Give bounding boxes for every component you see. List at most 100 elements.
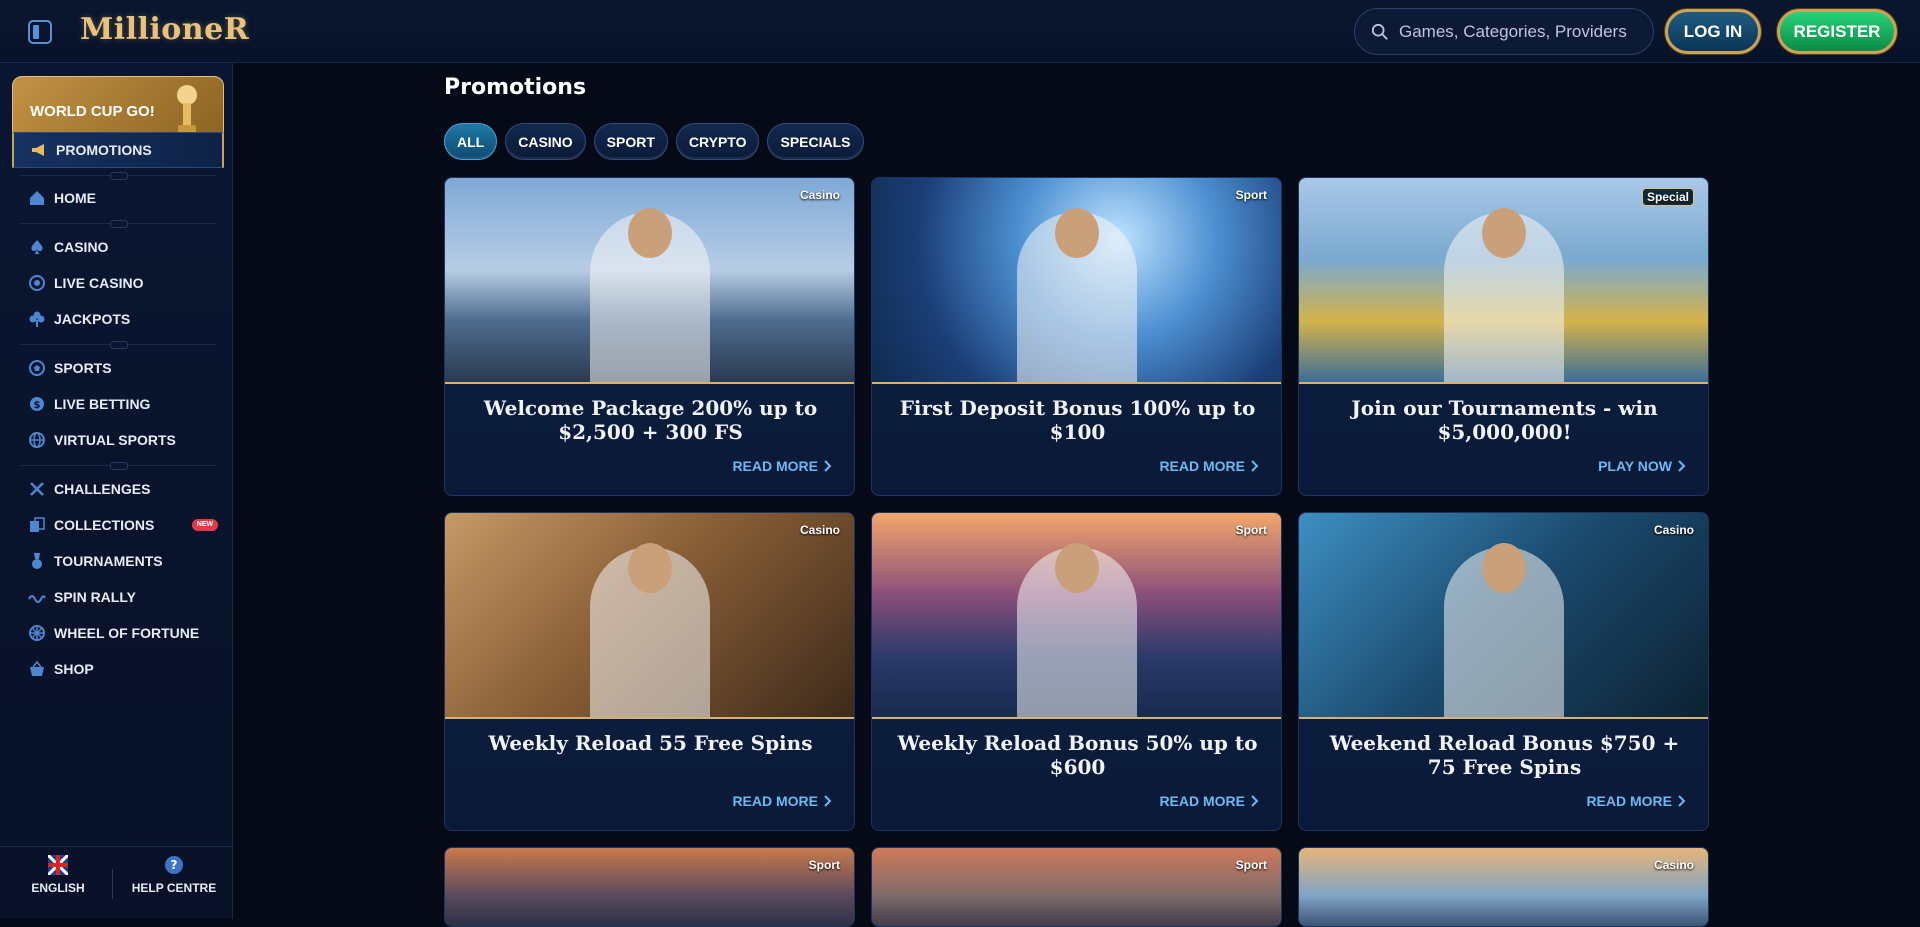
sidebar-item-label: LIVE CASINO [54, 275, 144, 291]
cta-label: READ MORE [732, 458, 818, 474]
promo-image: Casino [1299, 848, 1708, 926]
search-input[interactable] [1399, 21, 1649, 42]
sidebar: WORLD CUP GO! PROMOTIONS HOME CASINO LIV… [0, 63, 233, 919]
promo-card[interactable]: Casino Welcome Package 200% up to $2,500… [444, 177, 855, 496]
sidebar-item-label: CHALLENGES [54, 481, 151, 497]
promo-title: Weekly Reload 55 Free Spins [488, 731, 813, 755]
category-tag: Special [1641, 188, 1694, 206]
logo[interactable]: MillioneR [80, 12, 249, 47]
filter-tabs: ALL CASINO SPORT CRYPTO SPECIALS [444, 123, 864, 160]
rally-icon [28, 595, 46, 603]
sidebar-item-shop[interactable]: SHOP [12, 651, 224, 687]
read-more-link[interactable]: READ MORE [732, 458, 832, 474]
promo-card[interactable]: Casino Weekend Reload Bonus $750 + 75 Fr… [1298, 512, 1709, 831]
divider [20, 341, 216, 349]
cta-label: READ MORE [732, 793, 818, 809]
swords-icon [30, 482, 44, 496]
help-centre-link[interactable]: ? HELP CENTRE [124, 855, 224, 895]
category-tag: Sport [808, 858, 840, 872]
language-label: ENGLISH [31, 881, 85, 895]
divider [20, 172, 216, 180]
promo-card[interactable]: Casino Weekly Reload 55 Free Spins READ … [444, 512, 855, 831]
promo-card[interactable]: Special Join our Tournaments - win $5,00… [1298, 177, 1709, 496]
sidebar-item-label: PROMOTIONS [56, 142, 152, 158]
cta-label: READ MORE [1159, 793, 1245, 809]
sidebar-item-label: SPIN RALLY [54, 589, 136, 605]
chevron-right-icon [824, 460, 832, 472]
spade-icon [31, 240, 43, 254]
sidebar-item-promotions[interactable]: PROMOTIONS [12, 132, 224, 168]
sidebar-item-label: SPORTS [54, 360, 112, 376]
promo-image: Sport [872, 513, 1281, 719]
promo-image: Special [1299, 178, 1708, 384]
sidebar-item-label: LIVE BETTING [54, 396, 151, 412]
promo-card[interactable]: Sport Weekly Reload Bonus 50% up to $600… [871, 512, 1282, 831]
sidebar-item-live-casino[interactable]: LIVE CASINO [12, 265, 224, 301]
promo-card[interactable]: Casino [1298, 847, 1709, 927]
read-more-link[interactable]: READ MORE [1159, 458, 1259, 474]
sidebar-item-spin-rally[interactable]: SPIN RALLY [12, 579, 224, 615]
clover-icon [29, 311, 45, 327]
category-tag: Sport [1235, 188, 1267, 202]
promo-image: Casino [445, 513, 854, 719]
soccer-ball-icon [29, 360, 45, 376]
uk-flag-icon [48, 855, 68, 875]
category-tag: Casino [799, 188, 840, 202]
filter-sport[interactable]: SPORT [593, 123, 668, 160]
sidebar-item-live-betting[interactable]: $ LIVE BETTING [12, 386, 224, 422]
language-selector[interactable]: ENGLISH [8, 855, 108, 895]
sidebar-item-tournaments[interactable]: TOURNAMENTS [12, 543, 224, 579]
globe-icon [29, 432, 45, 448]
sidebar-item-collections[interactable]: COLLECTIONS NEW [12, 507, 224, 543]
sidebar-item-home[interactable]: HOME [12, 180, 224, 216]
chevron-right-icon [1251, 795, 1259, 807]
sidebar-item-virtual-sports[interactable]: VIRTUAL SPORTS [12, 422, 224, 458]
chevron-right-icon [1251, 460, 1259, 472]
promo-card[interactable]: Sport [444, 847, 855, 927]
sidebar-toggle-icon[interactable] [28, 20, 52, 44]
promo-title: First Deposit Bonus 100% up to $100 [899, 396, 1256, 444]
filter-specials[interactable]: SPECIALS [767, 123, 864, 160]
login-button[interactable]: LOG IN [1665, 9, 1761, 54]
world-cup-label: WORLD CUP GO! [30, 102, 155, 120]
megaphone-icon [32, 144, 44, 156]
promotions-grid: Casino Welcome Package 200% up to $2,500… [444, 177, 1714, 927]
promo-image: Casino [445, 178, 854, 384]
promo-image: Sport [872, 178, 1281, 384]
sidebar-item-challenges[interactable]: CHALLENGES [12, 471, 224, 507]
footer-separator [112, 869, 113, 899]
play-now-link[interactable]: PLAY NOW [1598, 458, 1686, 474]
category-tag: Sport [1235, 523, 1267, 537]
filter-crypto[interactable]: CRYPTO [675, 123, 760, 160]
sidebar-item-label: CASINO [54, 239, 109, 255]
sidebar-item-jackpots[interactable]: JACKPOTS [12, 301, 224, 337]
promo-card[interactable]: Sport First Deposit Bonus 100% up to $10… [871, 177, 1282, 496]
register-button[interactable]: REGISTER [1777, 9, 1897, 54]
read-more-link[interactable]: READ MORE [1586, 793, 1686, 809]
promo-card[interactable]: Sport [871, 847, 1282, 927]
read-more-link[interactable]: READ MORE [732, 793, 832, 809]
sidebar-item-wheel-of-fortune[interactable]: WHEEL OF FORTUNE [12, 615, 224, 651]
chip-icon [29, 275, 45, 291]
sidebar-item-label: WHEEL OF FORTUNE [54, 625, 200, 641]
promo-image: Sport [872, 848, 1281, 926]
wheel-icon [29, 625, 45, 641]
page-title: Promotions [444, 75, 587, 100]
category-tag: Casino [1653, 523, 1694, 537]
help-label: HELP CENTRE [131, 881, 217, 895]
cta-label: READ MORE [1586, 793, 1672, 809]
read-more-link[interactable]: READ MORE [1159, 793, 1259, 809]
promo-title: Weekly Reload Bonus 50% up to $600 [897, 731, 1258, 779]
filter-casino[interactable]: CASINO [505, 123, 586, 160]
sidebar-footer: ENGLISH ? HELP CENTRE [0, 846, 233, 919]
sidebar-item-label: VIRTUAL SPORTS [54, 432, 176, 448]
sidebar-item-label: HOME [54, 190, 96, 206]
sidebar-item-casino[interactable]: CASINO [12, 229, 224, 265]
help-icon: ? [165, 856, 183, 874]
filter-all[interactable]: ALL [444, 123, 498, 160]
search-bar[interactable] [1354, 8, 1654, 55]
sidebar-item-sports[interactable]: SPORTS [12, 350, 224, 386]
sidebar-item-label: COLLECTIONS [54, 517, 155, 533]
live-betting-icon: $ [30, 397, 44, 411]
promo-title: Weekend Reload Bonus $750 + 75 Free Spin… [1329, 731, 1680, 779]
